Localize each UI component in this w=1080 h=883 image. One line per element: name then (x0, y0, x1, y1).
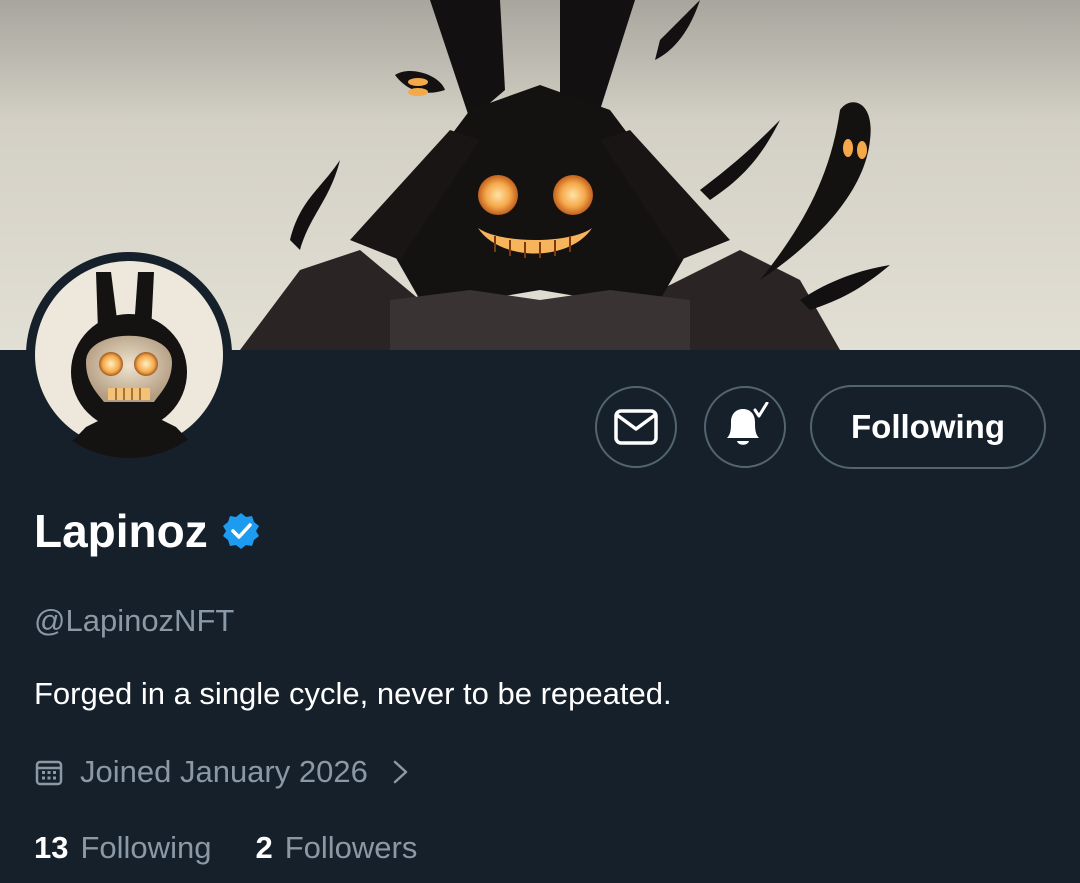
bio-text: Forged in a single cycle, never to be re… (34, 676, 672, 711)
following-label: Following (80, 830, 212, 865)
notifications-button[interactable] (704, 386, 786, 468)
avatar-image (35, 261, 223, 458)
following-button[interactable]: Following (810, 385, 1046, 469)
display-name: Lapinoz (34, 504, 260, 558)
follow-stats: 13 Following 2 Followers (34, 830, 417, 866)
user-handle: @LapinozNFT (34, 603, 235, 638)
chevron-right-icon (393, 760, 408, 784)
following-count: 13 (34, 830, 69, 865)
joined-text: Joined January 2026 (80, 754, 368, 789)
followers-label: Followers (284, 830, 418, 865)
following-stat[interactable]: 13 Following (34, 830, 211, 866)
joined-date[interactable]: Joined January 2026 (34, 754, 412, 790)
verified-badge-icon[interactable] (222, 512, 260, 550)
calendar-icon (35, 760, 63, 786)
display-name-text: Lapinoz (34, 505, 208, 557)
bell-subscribed-icon (727, 402, 769, 445)
message-button[interactable] (595, 386, 677, 468)
mail-icon (614, 409, 658, 445)
avatar[interactable] (26, 252, 232, 458)
followers-stat[interactable]: 2 Followers (255, 830, 417, 866)
followers-count: 2 (255, 830, 273, 865)
